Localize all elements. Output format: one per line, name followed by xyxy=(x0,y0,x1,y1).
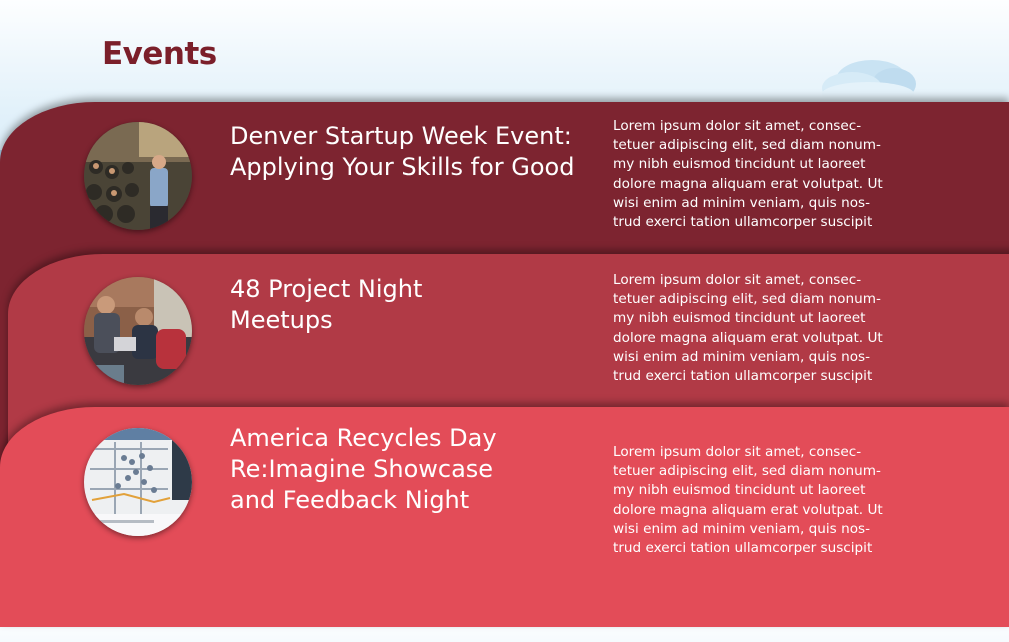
event-2-image[interactable] xyxy=(84,277,192,385)
event-1-image[interactable] xyxy=(84,122,192,230)
cloud-icon xyxy=(822,60,916,106)
event-1-description: Lorem ipsum dolor sit amet, consec- tetu… xyxy=(613,118,883,231)
event-3-title[interactable]: America Recycles Day Re:Imagine Showcase… xyxy=(230,423,497,516)
page-title: Events xyxy=(102,36,217,72)
event-2-description: Lorem ipsum dolor sit amet, consec- tetu… xyxy=(613,272,883,385)
event-3-image[interactable] xyxy=(84,428,192,536)
event-1-title[interactable]: Denver Startup Week Event: Applying Your… xyxy=(230,121,574,183)
event-2-title[interactable]: 48 Project Night Meetups xyxy=(230,274,422,336)
event-3-description: Lorem ipsum dolor sit amet, consec- tetu… xyxy=(613,444,883,557)
